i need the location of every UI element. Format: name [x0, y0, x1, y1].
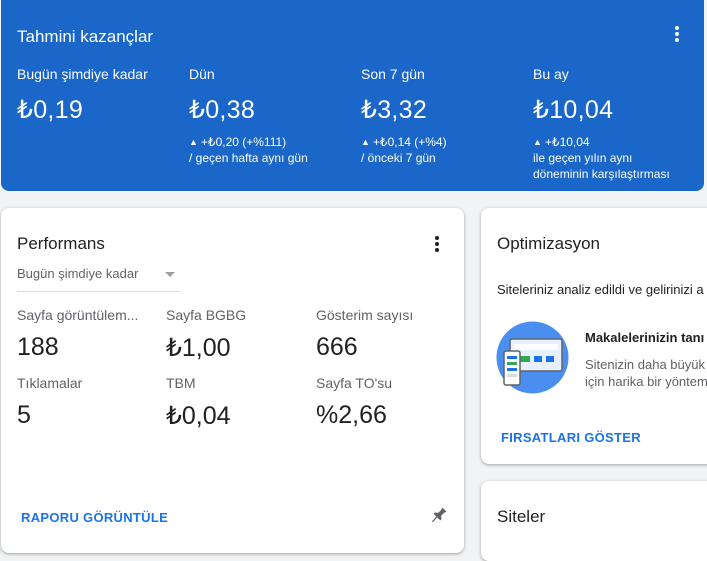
metric-clicks[interactable]: Tıklamalar 5 [17, 375, 157, 430]
earnings-yesterday-change: ▲ +₺0,20 (+%111) [189, 135, 287, 149]
arrow-up-icon: ▲ [361, 137, 370, 147]
metric-value: ₺1,00 [166, 334, 231, 362]
date-range-dropdown[interactable]: Bugün şimdiye kadar [17, 264, 181, 292]
more-vert-icon[interactable] [669, 26, 685, 48]
metric-value: 666 [316, 333, 358, 361]
metric-label: Sayfa TO'su [316, 375, 393, 391]
earnings-today-value: ₺0,19 [17, 96, 84, 124]
view-report-link[interactable]: RAPORU GÖRÜNTÜLE [21, 510, 168, 525]
optimization-card: Optimizasyon Siteleriniz analiz edildi v… [481, 208, 707, 464]
earnings-last7-change: ▲ +₺0,14 (+%4) [361, 135, 447, 149]
metric-label: Gösterim sayısı [316, 307, 414, 323]
earnings-month: Bu ay ₺10,04 ▲ +₺10,04 ile geçen yılın ay… [533, 66, 670, 182]
tip-heading: Makalelerinizin tanı [585, 330, 705, 345]
performance-card: Performans Bugün şimdiye kadar Sayfa gör… [1, 208, 464, 553]
estimated-earnings-card: Tahmini kazançlar Bugün şimdiye kadar ₺0… [1, 0, 704, 191]
metric-impressions[interactable]: Gösterim sayısı 666 [316, 307, 456, 362]
chevron-down-icon [165, 272, 175, 277]
metric-value: 5 [17, 401, 31, 429]
date-range-value: Bugün şimdiye kadar [17, 266, 139, 281]
earnings-yesterday-label: Dün [189, 66, 215, 82]
more-vert-icon[interactable] [429, 236, 445, 258]
metric-value: ₺0,04 [166, 402, 231, 430]
metric-label: Sayfa BGBG [166, 307, 247, 323]
pin-icon[interactable] [429, 505, 449, 525]
arrow-up-icon: ▲ [189, 137, 198, 147]
metric-label: TBM [166, 375, 196, 391]
metric-label: Sayfa görüntülem... [17, 307, 139, 323]
site-analysis-illustration [496, 321, 569, 394]
earnings-last7-value: ₺3,32 [361, 96, 428, 124]
metric-value: 188 [17, 333, 59, 361]
performance-title: Performans [17, 234, 105, 253]
earnings-month-change: ▲ +₺10,04 [533, 135, 590, 149]
metric-page-views[interactable]: Sayfa görüntülem... 188 [17, 307, 157, 362]
earnings-month-compare-2: döneminin karşılaştırması [533, 167, 670, 181]
earnings-title: Tahmini kazançlar [17, 27, 154, 46]
earnings-yesterday: Dün ₺0,38 ▲ +₺0,20 (+%111) / geçen hafta … [189, 66, 308, 166]
metric-page-rpm[interactable]: Sayfa BGBG ₺1,00 [166, 307, 306, 363]
tip-body-line-2: için harika bir yöntem [585, 374, 707, 389]
show-opportunities-link[interactable]: FIRSATLARI GÖSTER [501, 430, 641, 445]
earnings-yesterday-compare: / geçen hafta aynı gün [189, 151, 308, 165]
earnings-today-label: Bugün şimdiye kadar [17, 66, 148, 82]
earnings-yesterday-value: ₺0,38 [189, 96, 256, 124]
earnings-month-value: ₺10,04 [533, 96, 614, 124]
earnings-today: Bugün şimdiye kadar ₺0,19 [17, 66, 148, 125]
optimization-description: Siteleriniz analiz edildi ve gelirinizi … [497, 282, 704, 297]
optimization-title: Optimizasyon [497, 234, 600, 253]
earnings-last7-label: Son 7 gün [361, 66, 425, 82]
tip-body-line-1: Sitenizin daha büyük [585, 357, 705, 372]
sites-card: Siteler [481, 481, 707, 561]
earnings-month-compare: ile geçen yılın aynı [533, 151, 633, 165]
arrow-up-icon: ▲ [533, 137, 542, 147]
earnings-last7-compare: / önceki 7 gün [361, 151, 436, 165]
earnings-month-label: Bu ay [533, 66, 569, 82]
sites-title: Siteler [497, 507, 546, 526]
metric-page-ctr[interactable]: Sayfa TO'su %2,66 [316, 375, 456, 430]
earnings-last7: Son 7 gün ₺3,32 ▲ +₺0,14 (+%4) / önceki 7… [361, 66, 447, 166]
metric-label: Tıklamalar [17, 375, 83, 391]
metric-value: %2,66 [316, 401, 387, 429]
metric-cpc[interactable]: TBM ₺0,04 [166, 375, 306, 431]
